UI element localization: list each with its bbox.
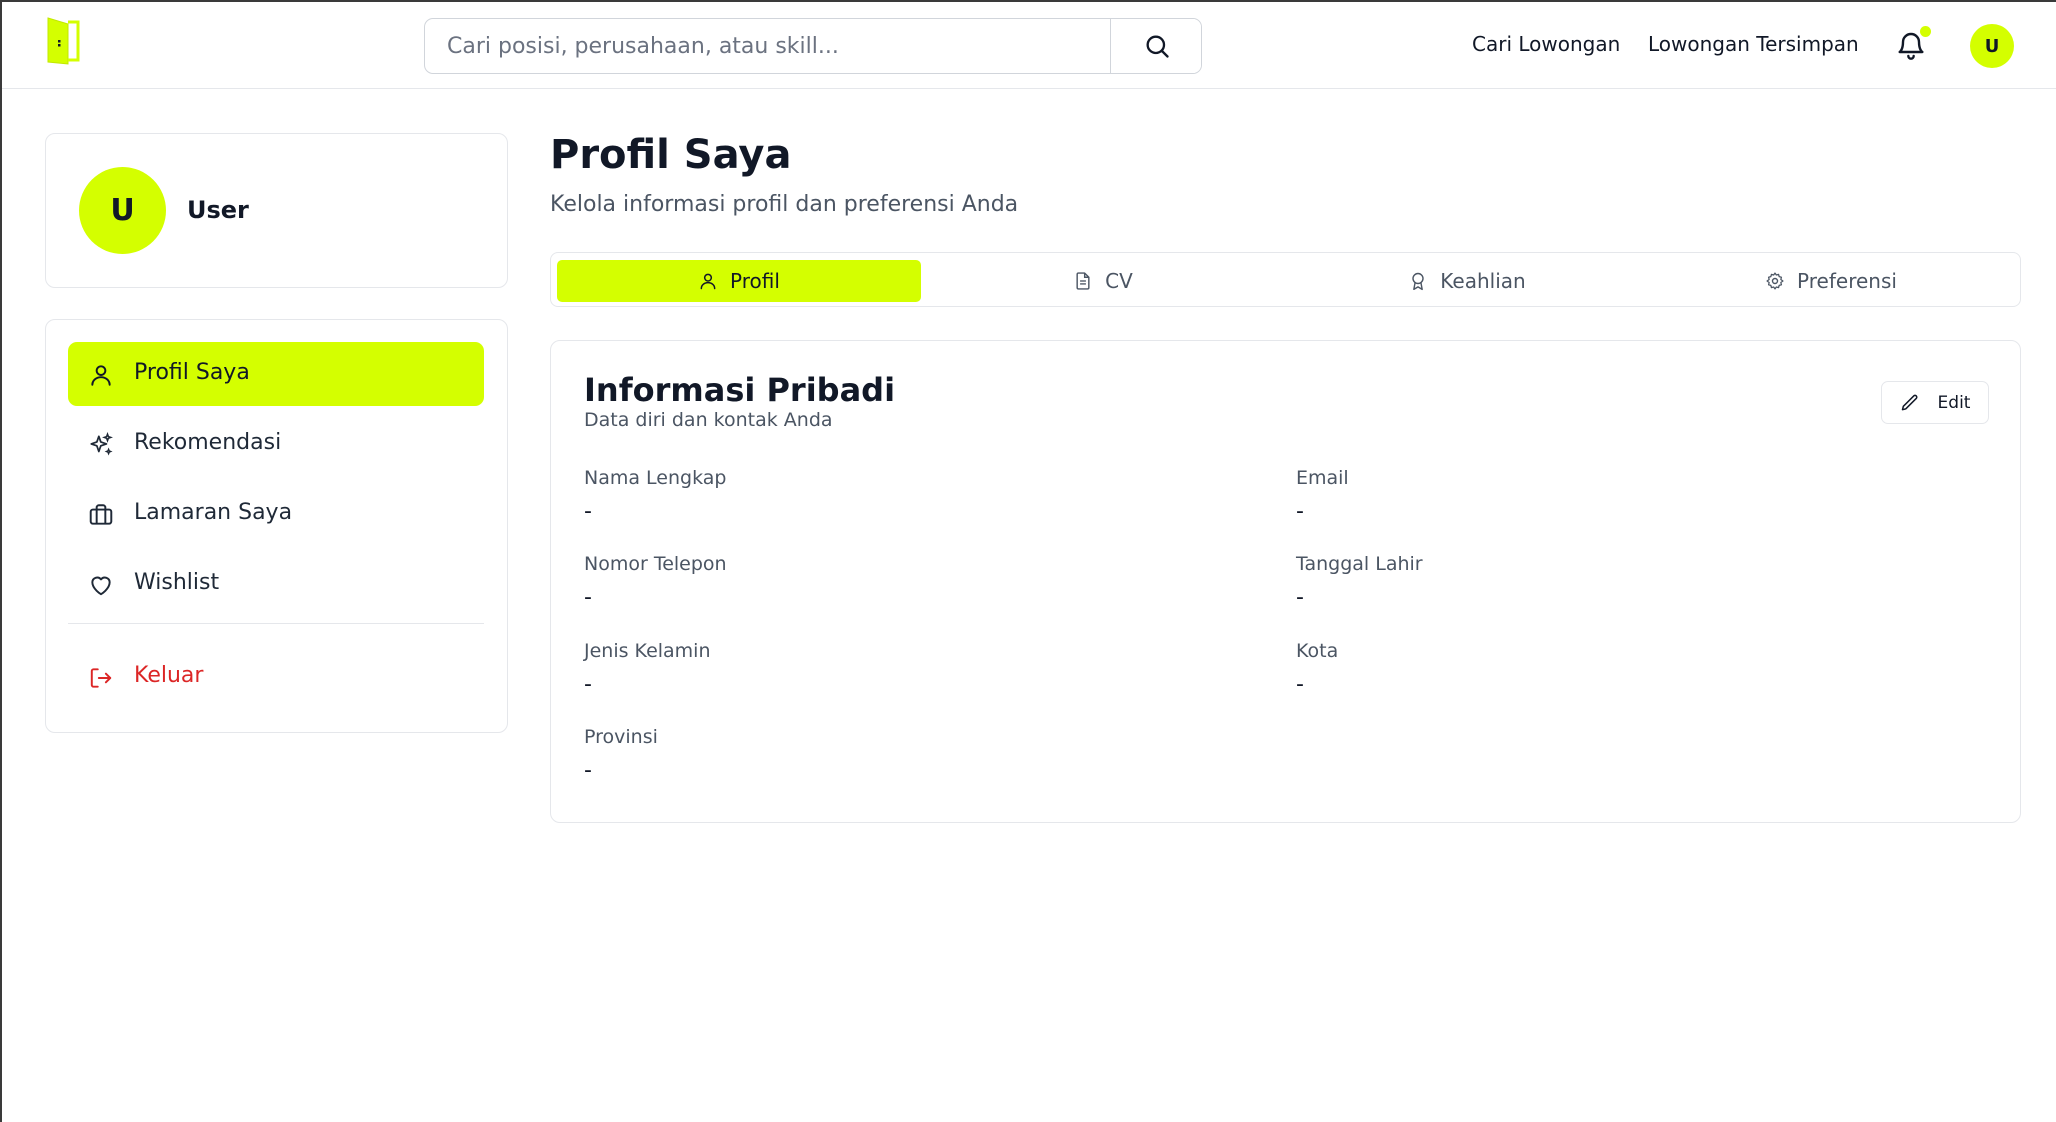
sidebar-item-profil-saya[interactable]: Profil Saya bbox=[68, 342, 484, 406]
sidebar-item-rekomendasi[interactable]: Rekomendasi bbox=[68, 412, 484, 476]
award-icon bbox=[1412, 272, 1425, 291]
sparkles-icon bbox=[90, 432, 113, 456]
page-subtitle: Kelola informasi profil dan preferensi A… bbox=[550, 192, 1019, 217]
sidebar-item-label: Lamaran Saya bbox=[134, 500, 293, 525]
user-icon bbox=[700, 273, 716, 290]
field-label: Nomor Telepon bbox=[584, 553, 727, 575]
tab-keahlian[interactable]: Keahlian bbox=[1285, 260, 1649, 302]
field-nama-lengkap: Nama Lengkap - bbox=[584, 467, 726, 524]
sidebar-item-wishlist[interactable]: Wishlist bbox=[68, 552, 484, 616]
nav-link-lowongan-tersimpan[interactable]: Lowongan Tersimpan bbox=[1648, 32, 1859, 56]
field-provinsi: Provinsi - bbox=[584, 726, 658, 783]
tab-label: Keahlian bbox=[1440, 269, 1526, 293]
field-label: Nama Lengkap bbox=[584, 467, 727, 489]
field-label: Kota bbox=[1296, 640, 1339, 662]
field-kota: Kota - bbox=[1296, 640, 1338, 697]
tab-label: CV bbox=[1105, 269, 1133, 293]
field-tanggal-lahir: Tanggal Lahir - bbox=[1296, 553, 1423, 610]
field-value: - bbox=[584, 585, 592, 610]
logout-icon bbox=[90, 668, 112, 688]
logout-label: Keluar bbox=[134, 663, 204, 688]
avatar: U bbox=[79, 167, 166, 254]
field-email: Email - bbox=[1296, 467, 1349, 524]
field-value: - bbox=[1296, 672, 1304, 697]
heart-icon bbox=[91, 576, 111, 596]
sidebar-item-label: Wishlist bbox=[134, 570, 220, 595]
personal-info-card: Informasi Pribadi Data diri dan kontak A… bbox=[550, 340, 2021, 823]
field-value: - bbox=[584, 672, 592, 697]
field-value: - bbox=[584, 499, 592, 524]
pencil-icon bbox=[1901, 394, 1917, 410]
search-button[interactable] bbox=[1110, 19, 1201, 73]
search-input[interactable] bbox=[425, 19, 1110, 73]
header-avatar[interactable]: U bbox=[1970, 24, 2014, 68]
menu-divider bbox=[68, 623, 484, 624]
sidebar-item-lamaran-saya[interactable]: Lamaran Saya bbox=[68, 482, 484, 546]
gear-icon bbox=[1766, 272, 1784, 290]
sidebar-menu: Profil Saya Rekomendasi Lamaran Saya Wis… bbox=[45, 319, 508, 733]
tab-label: Profil bbox=[730, 269, 780, 293]
logout-button[interactable]: Keluar bbox=[68, 645, 484, 709]
tab-profil[interactable]: Profil bbox=[557, 260, 921, 302]
tab-preferensi[interactable]: Preferensi bbox=[1649, 260, 2013, 302]
sidebar-item-label: Profil Saya bbox=[134, 360, 250, 385]
search-bar bbox=[424, 18, 1202, 74]
field-value: - bbox=[584, 758, 592, 783]
field-label: Provinsi bbox=[584, 726, 658, 748]
edit-button[interactable]: Edit bbox=[1881, 381, 1989, 424]
tab-cv[interactable]: CV bbox=[921, 260, 1285, 302]
field-value: - bbox=[1296, 499, 1304, 524]
edit-label: Edit bbox=[1937, 392, 1971, 413]
field-nomor-telepon: Nomor Telepon - bbox=[584, 553, 727, 610]
user-card: U User bbox=[45, 133, 508, 288]
page-title: Profil Saya bbox=[550, 132, 792, 178]
profile-tabs: Profil CV Keahlian Preferensi bbox=[550, 252, 2021, 307]
sidebar-item-label: Rekomendasi bbox=[134, 430, 282, 455]
tab-label: Preferensi bbox=[1797, 269, 1897, 293]
field-jenis-kelamin: Jenis Kelamin - bbox=[584, 640, 711, 697]
top-header: Cari Lowongan Lowongan Tersimpan U bbox=[2, 2, 2056, 89]
logo-door-icon[interactable] bbox=[44, 14, 80, 68]
search-icon bbox=[1146, 35, 1169, 58]
field-label: Jenis Kelamin bbox=[584, 640, 711, 662]
briefcase-icon bbox=[89, 504, 113, 525]
field-label: Email bbox=[1296, 467, 1349, 489]
user-name: User bbox=[187, 196, 249, 224]
nav-link-cari-lowongan[interactable]: Cari Lowongan bbox=[1472, 32, 1620, 56]
field-value: - bbox=[1296, 585, 1304, 610]
notification-badge bbox=[1920, 26, 1931, 37]
file-icon bbox=[1076, 272, 1090, 290]
field-label: Tanggal Lahir bbox=[1296, 553, 1423, 575]
section-title: Informasi Pribadi bbox=[584, 371, 896, 409]
user-icon bbox=[91, 365, 111, 386]
section-subtitle: Data diri dan kontak Anda bbox=[584, 409, 833, 431]
